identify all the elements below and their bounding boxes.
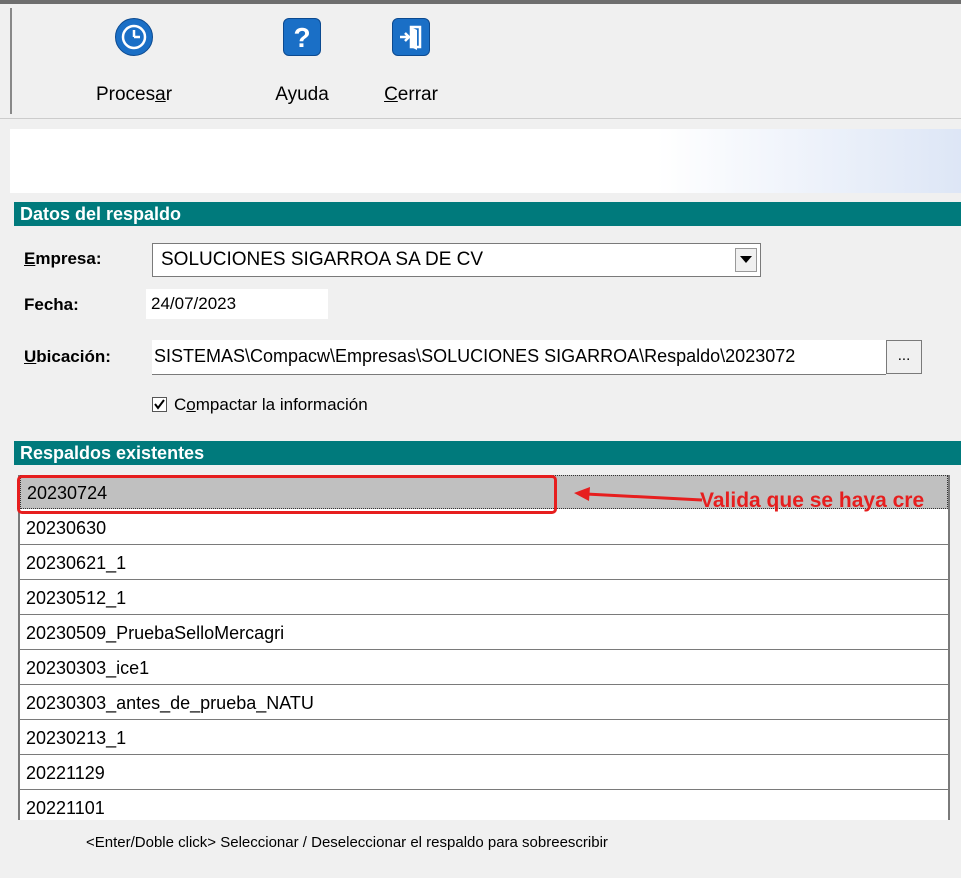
header-banner <box>10 129 961 193</box>
compactar-checkbox[interactable] <box>152 397 167 412</box>
ubicacion-input[interactable]: SISTEMAS\Compacw\Empresas\SOLUCIONES SIG… <box>152 340 886 375</box>
fecha-field: 24/07/2023 <box>146 289 328 319</box>
cerrar-label: Cerrar <box>384 84 438 105</box>
datos-respaldo-header: Datos del respaldo <box>14 202 961 226</box>
procesar-button[interactable]: Procesar <box>94 18 174 106</box>
respaldos-list[interactable]: 20230724 20230630 20230621_1 20230512_1 … <box>18 475 950 820</box>
clock-icon <box>115 18 153 56</box>
compactar-label[interactable]: Compactar la información <box>174 395 368 415</box>
toolbar-separator <box>0 118 961 119</box>
empresa-value: SOLUCIONES SIGARROA SA DE CV <box>161 249 484 270</box>
ayuda-label: Ayuda <box>275 84 329 105</box>
fecha-value: 24/07/2023 <box>151 294 237 313</box>
toolbar: Procesar ? Ayuda Cerrar <box>10 8 961 114</box>
empresa-label: Empresa: <box>24 249 102 268</box>
browse-button[interactable]: ... <box>886 340 922 374</box>
empresa-select[interactable]: SOLUCIONES SIGARROA SA DE CV <box>152 243 761 277</box>
list-item[interactable]: 20230303_antes_de_prueba_NATU <box>20 686 948 720</box>
list-item[interactable]: 20230509_PruebaSelloMercagri <box>20 616 948 650</box>
list-item[interactable]: 20230303_ice1 <box>20 651 948 685</box>
list-item[interactable]: 20230512_1 <box>20 581 948 615</box>
ubicacion-label: Ubicación: <box>24 347 111 366</box>
exit-door-icon <box>392 18 430 56</box>
dropdown-arrow-icon[interactable] <box>735 248 757 272</box>
checkmark-icon <box>154 399 165 410</box>
ubicacion-value: SISTEMAS\Compacw\Empresas\SOLUCIONES SIG… <box>154 346 796 366</box>
svg-text:?: ? <box>293 22 310 52</box>
window-top-border <box>0 0 961 4</box>
list-item[interactable]: 20230213_1 <box>20 721 948 755</box>
cerrar-button[interactable]: Cerrar <box>376 18 446 106</box>
list-item[interactable]: 20221129 <box>20 756 948 790</box>
list-item[interactable]: 20230630 <box>20 511 948 545</box>
annotation-arrow-icon <box>574 487 703 502</box>
procesar-label: Procesar <box>95 84 173 105</box>
fecha-label: Fecha: <box>24 295 79 314</box>
annotation-text: Valida que se haya cre <box>700 489 925 512</box>
list-item[interactable]: 20230621_1 <box>20 546 948 580</box>
list-item[interactable]: 20221101 <box>20 791 948 820</box>
respaldos-existentes-header: Respaldos existentes <box>14 441 961 465</box>
ayuda-button[interactable]: ? Ayuda <box>262 18 342 106</box>
help-icon: ? <box>283 18 321 56</box>
